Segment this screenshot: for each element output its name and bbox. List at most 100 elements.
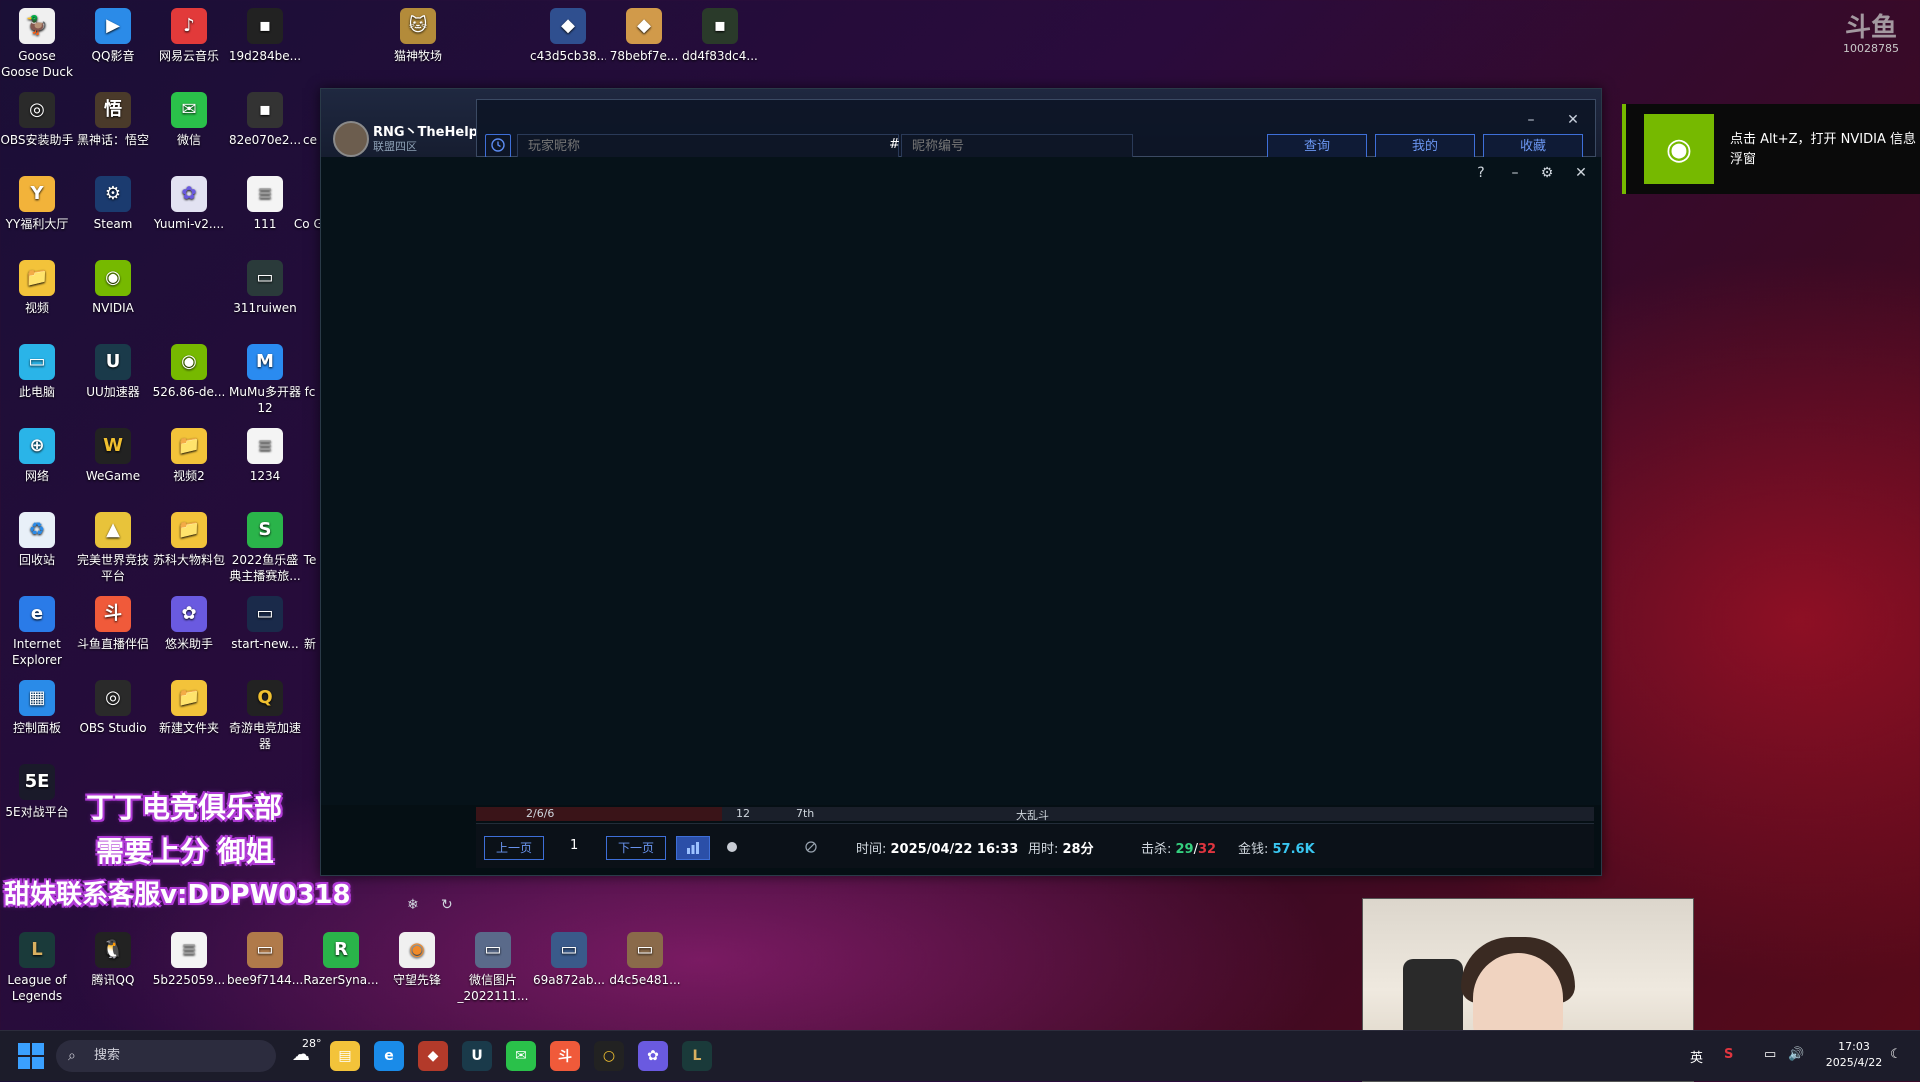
desktop-icon-netease-music[interactable]: ♪ 网易云音乐: [151, 8, 227, 64]
desktop-icon-new-folder[interactable]: 📁 新建文件夹: [151, 680, 227, 736]
overlay-close-button[interactable]: ✕: [1571, 165, 1591, 181]
yuumi-taskbar-icon[interactable]: ✿: [638, 1041, 668, 1071]
notification-icon[interactable]: ☾: [1890, 1047, 1902, 1062]
uu-accelerator-icon: U: [95, 344, 131, 380]
desktop-icon-yuumi[interactable]: ✿ Yuumi-v2....: [151, 176, 227, 232]
help-button[interactable]: ?: [1471, 165, 1491, 181]
desktop-icon-videos2-folder[interactable]: 📁 视频2: [151, 428, 227, 484]
desktop-icon-nvidia[interactable]: ◉ NVIDIA: [75, 260, 151, 316]
refresh-icon[interactable]: ↻: [441, 897, 453, 913]
desktop-icon-tencent-qq[interactable]: 🐧 腾讯QQ: [75, 932, 151, 988]
clock-icon: [491, 137, 505, 156]
app-header: RNG丶TheHelp 联盟四区 – ✕ # 查询 我的 收藏: [321, 89, 1601, 160]
taskbar-search[interactable]: ⌕ 搜索: [56, 1040, 276, 1072]
folder-icon: 📁: [19, 260, 55, 296]
desktop-icon-youmi[interactable]: ✿ 悠米助手: [151, 596, 227, 652]
desktop-icon-file-19d[interactable]: ▪ 19d284be...: [227, 8, 303, 64]
promo-line-1: 丁丁电竞俱乐部: [86, 791, 283, 824]
douyu-taskbar-icon[interactable]: 斗: [550, 1041, 580, 1071]
image-file-icon: ▭: [627, 932, 663, 968]
desktop-icon-control-panel[interactable]: ▦ 控制面板: [0, 680, 75, 736]
desktop-icon-5e[interactable]: 5E 5E对战平台: [0, 764, 75, 820]
desktop-icon-c43d[interactable]: ◆ c43d5cb38...: [530, 8, 606, 64]
desktop-icon-nvidia-driver[interactable]: ◉ 526.86-de...: [151, 344, 227, 400]
desktop-icon-recycle-bin[interactable]: ♻ 回收站: [0, 512, 75, 568]
desktop-icon-78be[interactable]: ◆ 78bebf7e...: [606, 8, 682, 64]
nickname-tag-input[interactable]: [901, 134, 1133, 158]
ime-indicator[interactable]: 英: [1690, 1047, 1703, 1066]
desktop-icon-bee9[interactable]: ▭ bee9f7144...: [227, 932, 303, 988]
desktop-icon-razer[interactable]: R RazerSyna...: [303, 932, 379, 988]
match-kda: 2/6/6: [526, 807, 555, 820]
circle-view-button[interactable]: [716, 836, 748, 858]
network-tray-icon[interactable]: ▭: [1764, 1047, 1776, 1062]
steam-icon: ⚙: [95, 176, 131, 212]
desktop-icon-wegame[interactable]: W WeGame: [75, 428, 151, 484]
edge-icon[interactable]: e: [374, 1041, 404, 1071]
account-badge[interactable]: RNG丶TheHelp 联盟四区: [329, 119, 479, 157]
desktop-icon-douyu-companion[interactable]: 斗斗鱼直播伴侣: [75, 596, 151, 652]
desktop-icon-yy[interactable]: Y YY福利大厅: [0, 176, 75, 232]
overwatch-icon: ◉: [399, 932, 435, 968]
desktop-icon-perfect-world[interactable]: ▲ 完美世界竞技平台: [75, 512, 151, 584]
desktop-icon-1234[interactable]: ≡ 1234: [227, 428, 303, 484]
snowflake-icon[interactable]: ❄: [407, 897, 419, 913]
volume-icon[interactable]: 🔊: [1788, 1047, 1804, 1062]
desktop-icon-wechat[interactable]: ✉ 微信: [151, 92, 227, 148]
wechat-taskbar-icon[interactable]: ✉: [506, 1041, 536, 1071]
chart-view-button[interactable]: [676, 836, 710, 860]
desktop-icon-label: 回收站: [18, 553, 55, 567]
desktop-icon-suke-folder[interactable]: 📁 苏科大物料包: [151, 512, 227, 568]
match-row-partial[interactable]: 2/6/6 12 7th 大乱斗: [476, 807, 1594, 821]
desktop-icon-network[interactable]: ⊕ 网络: [0, 428, 75, 484]
qq-player-icon: ▶: [95, 8, 131, 44]
desktop-icon-obs-studio[interactable]: ◎ OBS Studio: [75, 680, 151, 736]
desktop-icon-311ruiwen[interactable]: ▭ 311ruiwen: [227, 260, 303, 316]
start-button[interactable]: [18, 1043, 44, 1069]
player-name-input[interactable]: [517, 134, 899, 158]
desktop-icon-cat-ranch[interactable]: 🐱 猫神牧场: [380, 8, 456, 64]
desktop-icon-obs-installer[interactable]: ◎ OBS安装助手: [0, 92, 75, 148]
nvidia-notification[interactable]: ◉ 点击 Alt+Z，打开 NVIDIA 信息浮窗: [1622, 104, 1920, 194]
desktop-icon-internet-explorer[interactable]: e Internet Explorer: [0, 596, 75, 668]
desktop-icon-d4c5[interactable]: ▭ d4c5e481...: [607, 932, 683, 988]
next-page-button[interactable]: 下一页: [606, 836, 666, 860]
desktop-icon-69a8[interactable]: ▭ 69a872ab...: [531, 932, 607, 988]
desktop-icon-overwatch[interactable]: ◉ 守望先锋: [379, 932, 455, 988]
close-button[interactable]: ✕: [1561, 110, 1585, 130]
match-level: 12: [736, 807, 750, 820]
promo-line-2: 需要上分 御姐: [96, 835, 274, 868]
desktop-icon-dd4f[interactable]: ▪ dd4f83dc4...: [682, 8, 758, 64]
desktop-icon-qq-player[interactable]: ▶ QQ影音: [75, 8, 151, 64]
match-gold: 金钱: 57.6K: [1238, 842, 1315, 857]
desktop-icon-5b22[interactable]: ≡ 5b225059...: [151, 932, 227, 988]
wegame-taskbar-icon[interactable]: ○: [594, 1041, 624, 1071]
game-app-icon[interactable]: ◆: [418, 1041, 448, 1071]
settings-icon[interactable]: ⚙: [1537, 165, 1557, 181]
pager-bar: 上一页 1 下一页 时间: 2025/04/22 16:33 用时: 28分 击…: [476, 823, 1594, 868]
desktop-icon-uu[interactable]: U UU加速器: [75, 344, 151, 400]
desktop-icon-label: 19d284be...: [228, 49, 302, 63]
match-mode: 大乱斗: [1016, 809, 1049, 821]
desktop-icon-this-pc[interactable]: ▭ 此电脑: [0, 344, 75, 400]
history-button[interactable]: [485, 134, 511, 158]
desktop-icon-label: bee9f7144...: [227, 973, 303, 987]
desktop-icon-wechat-image[interactable]: ▭ 微信图片_2022111...: [455, 932, 531, 1004]
league-taskbar-icon[interactable]: L: [682, 1041, 712, 1071]
desktop-icon-black-myth[interactable]: 悟黑神话：悟空: [75, 92, 151, 148]
desktop-icon-videos-folder[interactable]: 📁 视频: [0, 260, 75, 316]
filter-clear-button[interactable]: [801, 837, 821, 857]
desktop-icon-league-of-legends[interactable]: L League of Legends: [0, 932, 75, 1004]
image-file-icon: ▭: [475, 932, 511, 968]
minimize-button[interactable]: –: [1519, 110, 1543, 130]
prev-page-button[interactable]: 上一页: [484, 836, 544, 860]
sogou-icon[interactable]: S: [1724, 1047, 1733, 1062]
desktop-icon-qiyou[interactable]: Q 奇游电竞加速器: [227, 680, 303, 752]
taskbar-clock[interactable]: 17:03 2025/4/22: [1822, 1039, 1886, 1071]
obs-icon: ◎: [95, 680, 131, 716]
desktop-icon-steam[interactable]: ⚙ Steam: [75, 176, 151, 232]
overlay-minimize-button[interactable]: –: [1505, 165, 1525, 181]
file-explorer-icon[interactable]: ▤: [330, 1041, 360, 1071]
desktop-icon-goose-goose-duck[interactable]: 🦆 Goose Goose Duck: [0, 8, 75, 80]
uu-accelerator-taskbar-icon[interactable]: U: [462, 1041, 492, 1071]
